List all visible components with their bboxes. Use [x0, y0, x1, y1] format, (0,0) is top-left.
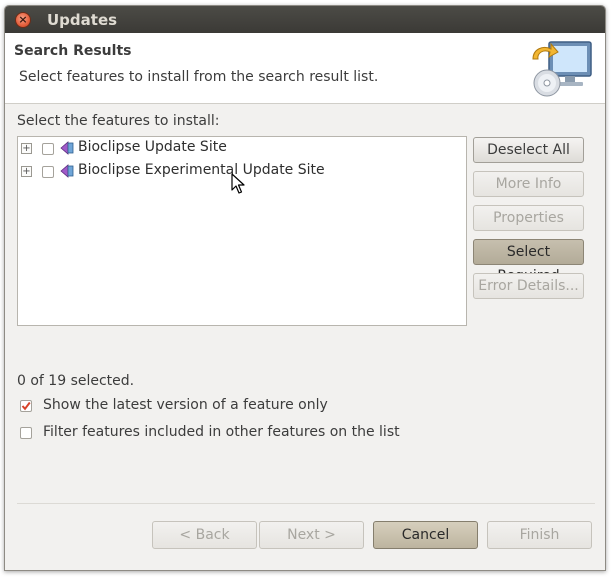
close-icon[interactable]: ×	[15, 12, 31, 28]
next-button[interactable]: Next >	[259, 521, 364, 549]
plus-expander-icon[interactable]: +	[21, 143, 32, 154]
error-details-button[interactable]: Error Details...	[473, 273, 584, 299]
back-button[interactable]: < Back	[152, 521, 257, 549]
feature-plugin-icon	[60, 164, 74, 178]
mouse-pointer-icon	[231, 173, 245, 194]
window-title: Updates	[47, 11, 118, 29]
features-tree[interactable]: + Bioclipse Update Site + Bioclipse Expe…	[17, 136, 467, 326]
select-required-button[interactable]: Select Required	[473, 239, 584, 284]
finish-button[interactable]: Finish	[487, 521, 592, 549]
deselect-all-button[interactable]: Deselect All	[473, 137, 584, 163]
feature-label: Bioclipse Update Site	[78, 139, 227, 155]
updates-dialog: × Updates Search Results Select features…	[4, 5, 606, 571]
update-computer-icon	[532, 41, 592, 97]
header-title: Search Results	[14, 43, 132, 59]
latest-version-label: Show the latest version of a feature onl…	[43, 397, 328, 413]
wizard-header: Search Results Select features to instal…	[5, 33, 605, 104]
selection-status: 0 of 19 selected.	[17, 373, 135, 389]
feature-checkbox[interactable]	[42, 166, 54, 178]
title-bar: × Updates	[5, 6, 605, 33]
filter-included-checkbox[interactable]	[20, 427, 32, 439]
feature-checkbox[interactable]	[42, 143, 54, 155]
filter-included-label: Filter features included in other featur…	[43, 424, 400, 440]
check-icon	[21, 401, 31, 411]
more-info-button[interactable]: More Info	[473, 171, 584, 197]
cancel-button[interactable]: Cancel	[373, 521, 478, 549]
features-label: Select the features to install:	[17, 113, 220, 129]
tree-row[interactable]: + Bioclipse Update Site	[18, 138, 466, 160]
plus-expander-icon[interactable]: +	[21, 166, 32, 177]
feature-label: Bioclipse Experimental Update Site	[78, 162, 325, 178]
latest-version-checkbox[interactable]	[20, 400, 32, 412]
feature-plugin-icon	[60, 141, 74, 155]
header-description: Select features to install from the sear…	[19, 69, 379, 85]
properties-button[interactable]: Properties	[473, 205, 584, 231]
button-bar-separator	[17, 503, 595, 504]
